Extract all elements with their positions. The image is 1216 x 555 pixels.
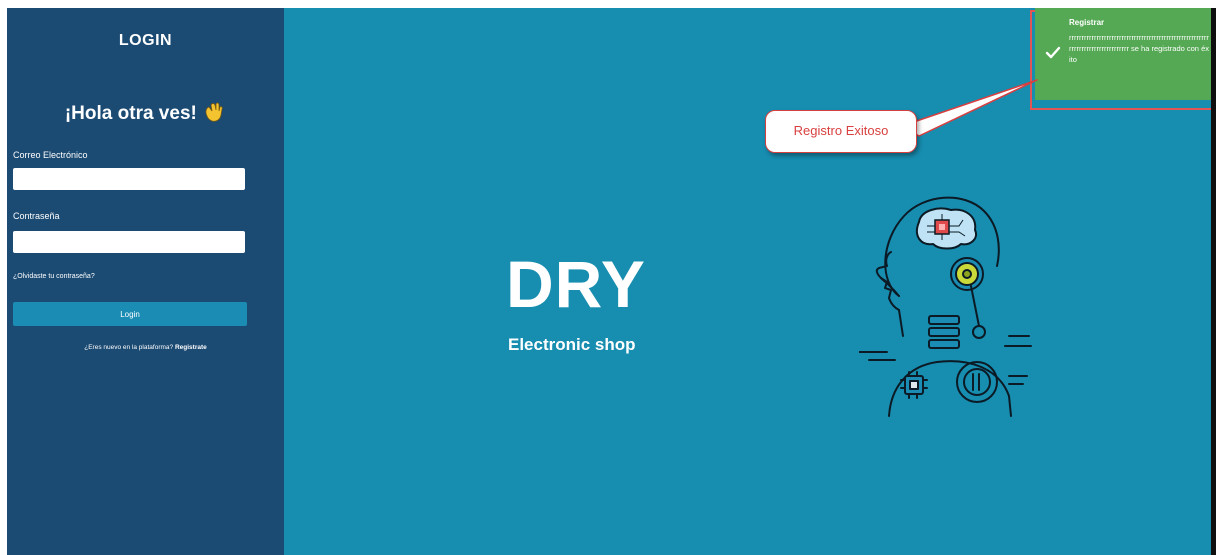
- waving-hand-icon: [205, 102, 223, 122]
- login-button[interactable]: Login: [13, 302, 247, 326]
- register-link[interactable]: Registrate: [175, 344, 207, 351]
- sidebar-title: LOGIN: [118, 32, 173, 49]
- callout-registro-exitoso: Registro Exitoso: [765, 110, 917, 153]
- register-line: ¿Eres nuevo en la plataforma? Registrate: [7, 344, 284, 351]
- email-field[interactable]: [13, 168, 245, 190]
- window-edge-top: [1206, 0, 1216, 8]
- password-label: Contraseña: [13, 211, 60, 221]
- success-toast[interactable]: Registrar rrrrrrrrrrrrrrrrrrrrrrrrrrrrrr…: [1035, 8, 1211, 100]
- greeting-text: ¡Hola otra ves!: [64, 103, 197, 124]
- email-label: Correo Electrónico: [13, 150, 88, 160]
- check-icon: [1045, 46, 1061, 59]
- brand-tagline: Electronic shop: [508, 335, 636, 354]
- toast-title: Registrar: [1069, 18, 1105, 27]
- register-prompt: ¿Eres nuevo en la plataforma?: [84, 344, 174, 351]
- robot-head-illustration: [859, 196, 1032, 417]
- forgot-password-link[interactable]: ¿Olvidaste tu contraseña?: [13, 273, 95, 280]
- password-field[interactable]: [13, 231, 245, 253]
- greeting-heading: ¡Hola otra ves!: [7, 102, 284, 125]
- app-frame: LOGIN ¡Hola otra ves! Correo Electrónico…: [7, 8, 1211, 555]
- login-sidebar: LOGIN ¡Hola otra ves! Correo Electrónico…: [7, 8, 284, 555]
- window-edge: [1211, 0, 1216, 555]
- toast-message: rrrrrrrrrrrrrrrrrrrrrrrrrrrrrrrrrrrrrrrr…: [1069, 33, 1209, 64]
- brand-title: DRY: [506, 247, 646, 321]
